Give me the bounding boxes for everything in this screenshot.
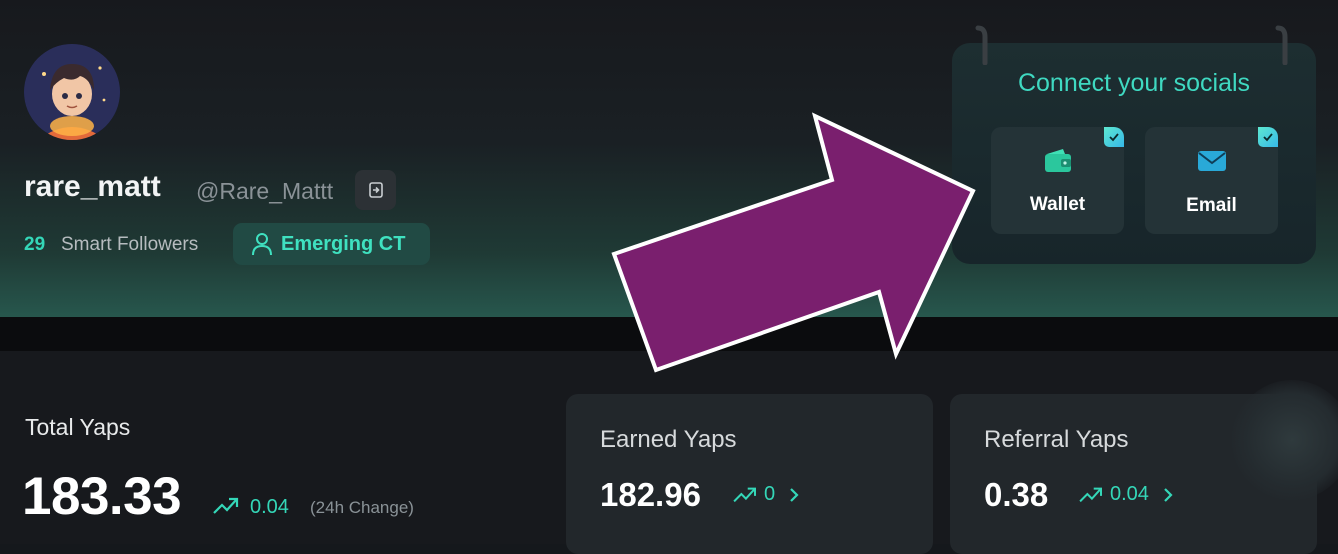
logout-icon [368,182,383,198]
smart-followers-label: Smart Followers [61,234,199,255]
total-yaps-change: 0.04 [250,496,289,518]
user-icon [252,233,272,256]
referral-yaps-value: 0.38 [984,476,1049,513]
trend-up-icon [213,497,239,514]
chevron-right-icon [1164,487,1173,502]
earned-yaps-label: Earned Yaps [600,426,737,453]
email-icon [1197,151,1226,171]
avatar[interactable] [24,44,120,140]
total-yaps-label: Total Yaps [25,414,131,440]
email-button[interactable]: Email [1145,127,1278,234]
smart-followers-count: 29 [24,234,46,255]
connected-check-icon [1258,127,1278,147]
connect-socials-title: Connect your socials [1017,69,1251,97]
referral-yaps-change-value: 0.04 [1110,483,1149,505]
connected-check-icon [1104,127,1124,147]
email-label: Email [1186,195,1237,216]
rank-badge-label: Emerging CT [281,232,406,255]
referral-yaps-label: Referral Yaps [984,426,1129,453]
trend-up-icon [733,487,756,502]
earned-yaps-card[interactable]: Earned Yaps 182.96 0 [566,394,933,554]
section-divider [0,317,1338,351]
trend-up-icon [1079,487,1102,502]
connect-socials-card: Connect your socials Wallet Email [952,25,1316,264]
wallet-icon [1044,149,1071,172]
earned-yaps-change[interactable]: 0 [732,483,801,506]
rank-badge: Emerging CT [233,223,430,265]
total-yaps-value: 183.33 [22,467,182,526]
chevron-right-icon [790,487,799,502]
username: rare_matt [24,170,161,203]
logout-button[interactable] [355,170,396,210]
referral-yaps-change[interactable]: 0.04 [1078,483,1175,506]
user-handle: @Rare_Mattt [196,178,334,204]
wallet-label: Wallet [1029,194,1086,215]
earned-yaps-change-value: 0 [764,483,776,505]
earned-yaps-value: 182.96 [600,476,701,513]
total-yaps-change-note: (24h Change) [310,498,414,517]
binder-ring-icon [975,25,988,65]
binder-ring-icon [1275,25,1288,65]
wallet-button[interactable]: Wallet [991,127,1124,234]
